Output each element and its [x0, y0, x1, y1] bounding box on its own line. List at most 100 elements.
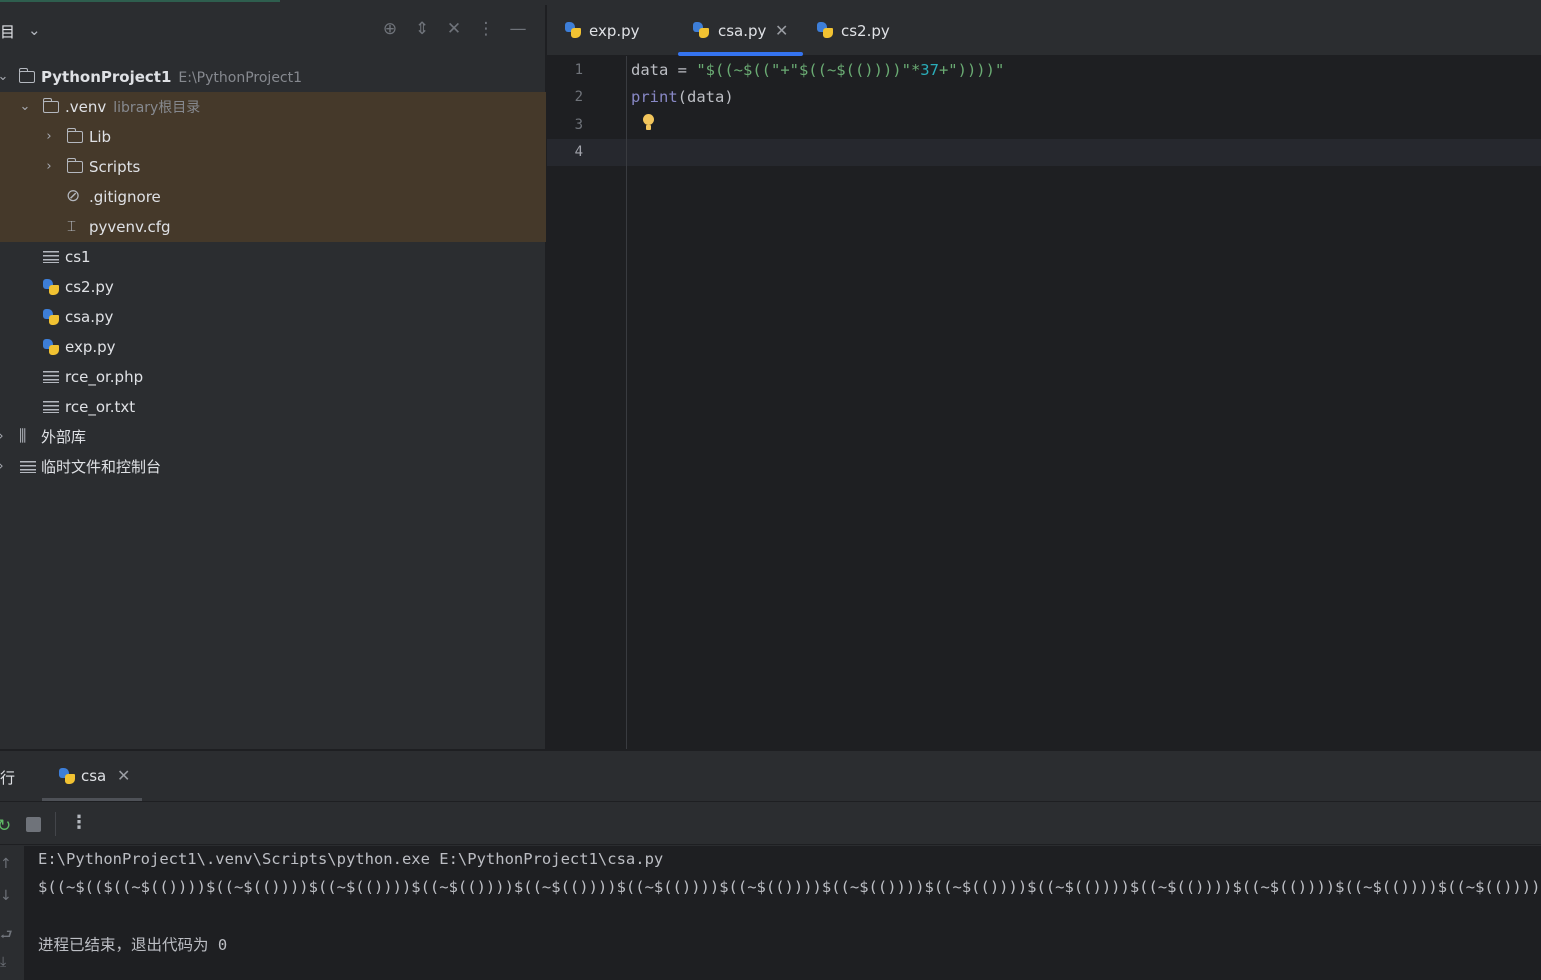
tree-item-label: rce_or.php — [65, 368, 144, 386]
run-toolbar: ↻ ⋮ — [0, 801, 1541, 845]
tree-item-label: cs2.py — [65, 278, 114, 296]
code-token-string: "$((~$(("+"$((~$(())))"* — [696, 61, 921, 79]
scroll-to-end-icon[interactable]: ⤓ — [0, 954, 6, 970]
tree-item-label: pyvenv.cfg — [89, 218, 171, 236]
project-header-actions: ⊕ ⇕ ✕ ⋮ — — [374, 19, 534, 39]
line-number-gutter: 1 2 3 4 — [547, 56, 627, 749]
chevron-right-icon[interactable]: › — [0, 422, 8, 452]
tab-label: exp.py — [589, 22, 640, 40]
console-side-controls: ↑ ↓ ⮐ ⤓ — [0, 846, 24, 980]
python-file-icon — [42, 309, 60, 325]
folder-icon — [66, 158, 85, 175]
tree-item-project-root[interactable]: ⌄ PythonProject1 E:\PythonProject1 — [0, 62, 546, 92]
run-tab-label: csa — [81, 767, 107, 785]
tree-item-label: Scripts — [89, 158, 141, 176]
tree-item-label: cs1 — [65, 248, 91, 266]
collapse-all-icon[interactable]: ✕ — [438, 19, 470, 39]
tree-item-rce-or-php[interactable]: rce_or.php — [0, 362, 546, 392]
line-number: 3 — [574, 117, 583, 133]
tree-item-pyvenv-cfg[interactable]: ⌶ pyvenv.cfg — [0, 212, 546, 242]
tree-item-venv[interactable]: ⌄ .venv library根目录 — [0, 92, 546, 122]
tree-item-label: exp.py — [65, 338, 116, 356]
more-options-icon[interactable]: ⋮ — [70, 812, 88, 833]
python-file-icon — [42, 339, 60, 355]
project-panel-title[interactable]: 项目 ⌄ — [0, 21, 41, 42]
tree-item-scratches[interactable]: › 临时文件和控制台 — [0, 452, 546, 482]
line-number: 4 — [574, 144, 583, 160]
python-file-icon — [816, 21, 834, 39]
text-file-icon — [43, 399, 61, 415]
code-token-builtin: print — [631, 88, 678, 106]
tree-item-cs1[interactable]: cs1 — [0, 242, 546, 272]
chevron-down-icon[interactable]: ⌄ — [18, 92, 32, 122]
tree-item-rce-or-txt[interactable]: rce_or.txt — [0, 392, 546, 422]
code-editor[interactable]: 1 2 3 4 data = "$((~$(("+"$((~$(())))"*3… — [547, 56, 1541, 749]
tree-item-csa-py[interactable]: csa.py — [0, 302, 546, 332]
text-file-icon — [43, 249, 61, 265]
close-icon[interactable]: ✕ — [117, 766, 130, 785]
tree-item-label: PythonProject1 E:\PythonProject1 — [41, 68, 303, 86]
tab-label: cs2.py — [841, 22, 890, 40]
chevron-down-icon[interactable]: ⌄ — [0, 62, 10, 92]
console-line: 进程已结束，退出代码为 0 — [38, 936, 228, 954]
options-icon[interactable]: ⋮ — [470, 19, 502, 39]
project-title-label: 项目 — [0, 23, 16, 41]
tree-item-cs2-py[interactable]: cs2.py — [0, 272, 546, 302]
code-token-number: 37 — [920, 61, 939, 79]
expand-collapse-icon[interactable]: ⇕ — [406, 19, 438, 39]
tree-item-label: csa.py — [65, 308, 114, 326]
config-file-icon: ⌶ — [67, 217, 77, 235]
tab-run-csa[interactable]: csa ✕ — [42, 751, 142, 801]
project-tree: ⌄ PythonProject1 E:\PythonProject1 ⌄ .ven… — [0, 62, 546, 482]
run-panel-header: 运行 csa ✕ — [0, 751, 1541, 801]
tree-item-scripts[interactable]: › Scripts — [0, 152, 546, 182]
code-token: (data) — [677, 88, 734, 106]
tree-item-label: Lib — [89, 128, 112, 146]
library-icon: ⫼ — [19, 426, 27, 445]
folder-icon — [18, 68, 37, 85]
editor-tab-bar: exp.py csa.py ✕ cs2.py — [547, 5, 1541, 56]
arrow-down-icon[interactable]: ↓ — [0, 888, 12, 904]
toolbar-separator — [55, 812, 56, 836]
code-token: data = — [631, 61, 697, 79]
hide-panel-icon[interactable]: — — [502, 19, 534, 39]
line-number: 2 — [574, 89, 583, 105]
folder-icon — [66, 128, 85, 145]
code-token-string: +"))))" — [938, 61, 1005, 79]
python-file-icon — [564, 21, 582, 39]
code-line-2[interactable]: print(data) — [631, 88, 734, 106]
tree-item-lib[interactable]: › Lib — [0, 122, 546, 152]
line-number: 1 — [574, 62, 583, 78]
run-panel-title: 运行 — [0, 769, 16, 787]
locate-icon[interactable]: ⊕ — [374, 19, 406, 39]
tree-item-external-libraries[interactable]: › ⫼ 外部库 — [0, 422, 546, 452]
stop-icon[interactable] — [26, 817, 41, 832]
code-line-1[interactable]: data = "$((~$(("+"$((~$(())))"*37+"))))" — [631, 61, 1004, 79]
chevron-right-icon[interactable]: › — [42, 152, 56, 182]
project-panel-header: 项目 ⌄ ⊕ ⇕ ✕ ⋮ — — [0, 15, 546, 47]
chevron-right-icon[interactable]: › — [0, 452, 8, 482]
close-icon[interactable]: ✕ — [775, 5, 788, 57]
project-panel: 项目 ⌄ ⊕ ⇕ ✕ ⋮ — ⌄ PythonProject1E:\Python… — [0, 5, 546, 749]
console-line: $((~$(($((~$(())))$((~$(())))$((~$(())))… — [38, 878, 1541, 896]
scratches-icon — [20, 459, 38, 475]
python-file-icon — [58, 767, 76, 785]
run-panel: 运行 csa ✕ ↻ ⋮ ↑ ↓ ⮐ ⤓ E:\PythonProject1\.… — [0, 750, 1541, 980]
chevron-down-icon: ⌄ — [28, 21, 41, 39]
tab-label: csa.py — [718, 22, 767, 40]
tree-item-exp-py[interactable]: exp.py — [0, 332, 546, 362]
lightbulb-icon[interactable] — [642, 114, 654, 130]
chevron-right-icon[interactable]: › — [42, 122, 56, 152]
tree-item-label: 临时文件和控制台 — [41, 458, 162, 476]
soft-wrap-icon[interactable]: ⮐ — [0, 924, 13, 948]
tree-item-gitignore[interactable]: ⊘ .gitignore — [0, 182, 546, 212]
rerun-icon[interactable]: ↻ — [0, 816, 11, 836]
console-output[interactable]: E:\PythonProject1\.venv\Scripts\python.e… — [24, 846, 1541, 980]
tree-item-label: rce_or.txt — [65, 398, 136, 416]
text-file-icon — [43, 369, 61, 385]
console-line: E:\PythonProject1\.venv\Scripts\python.e… — [38, 850, 664, 868]
tree-item-label: 外部库 — [41, 428, 87, 446]
arrow-up-icon[interactable]: ↑ — [0, 856, 12, 872]
folder-icon — [42, 98, 61, 115]
current-line-highlight — [547, 139, 1541, 166]
